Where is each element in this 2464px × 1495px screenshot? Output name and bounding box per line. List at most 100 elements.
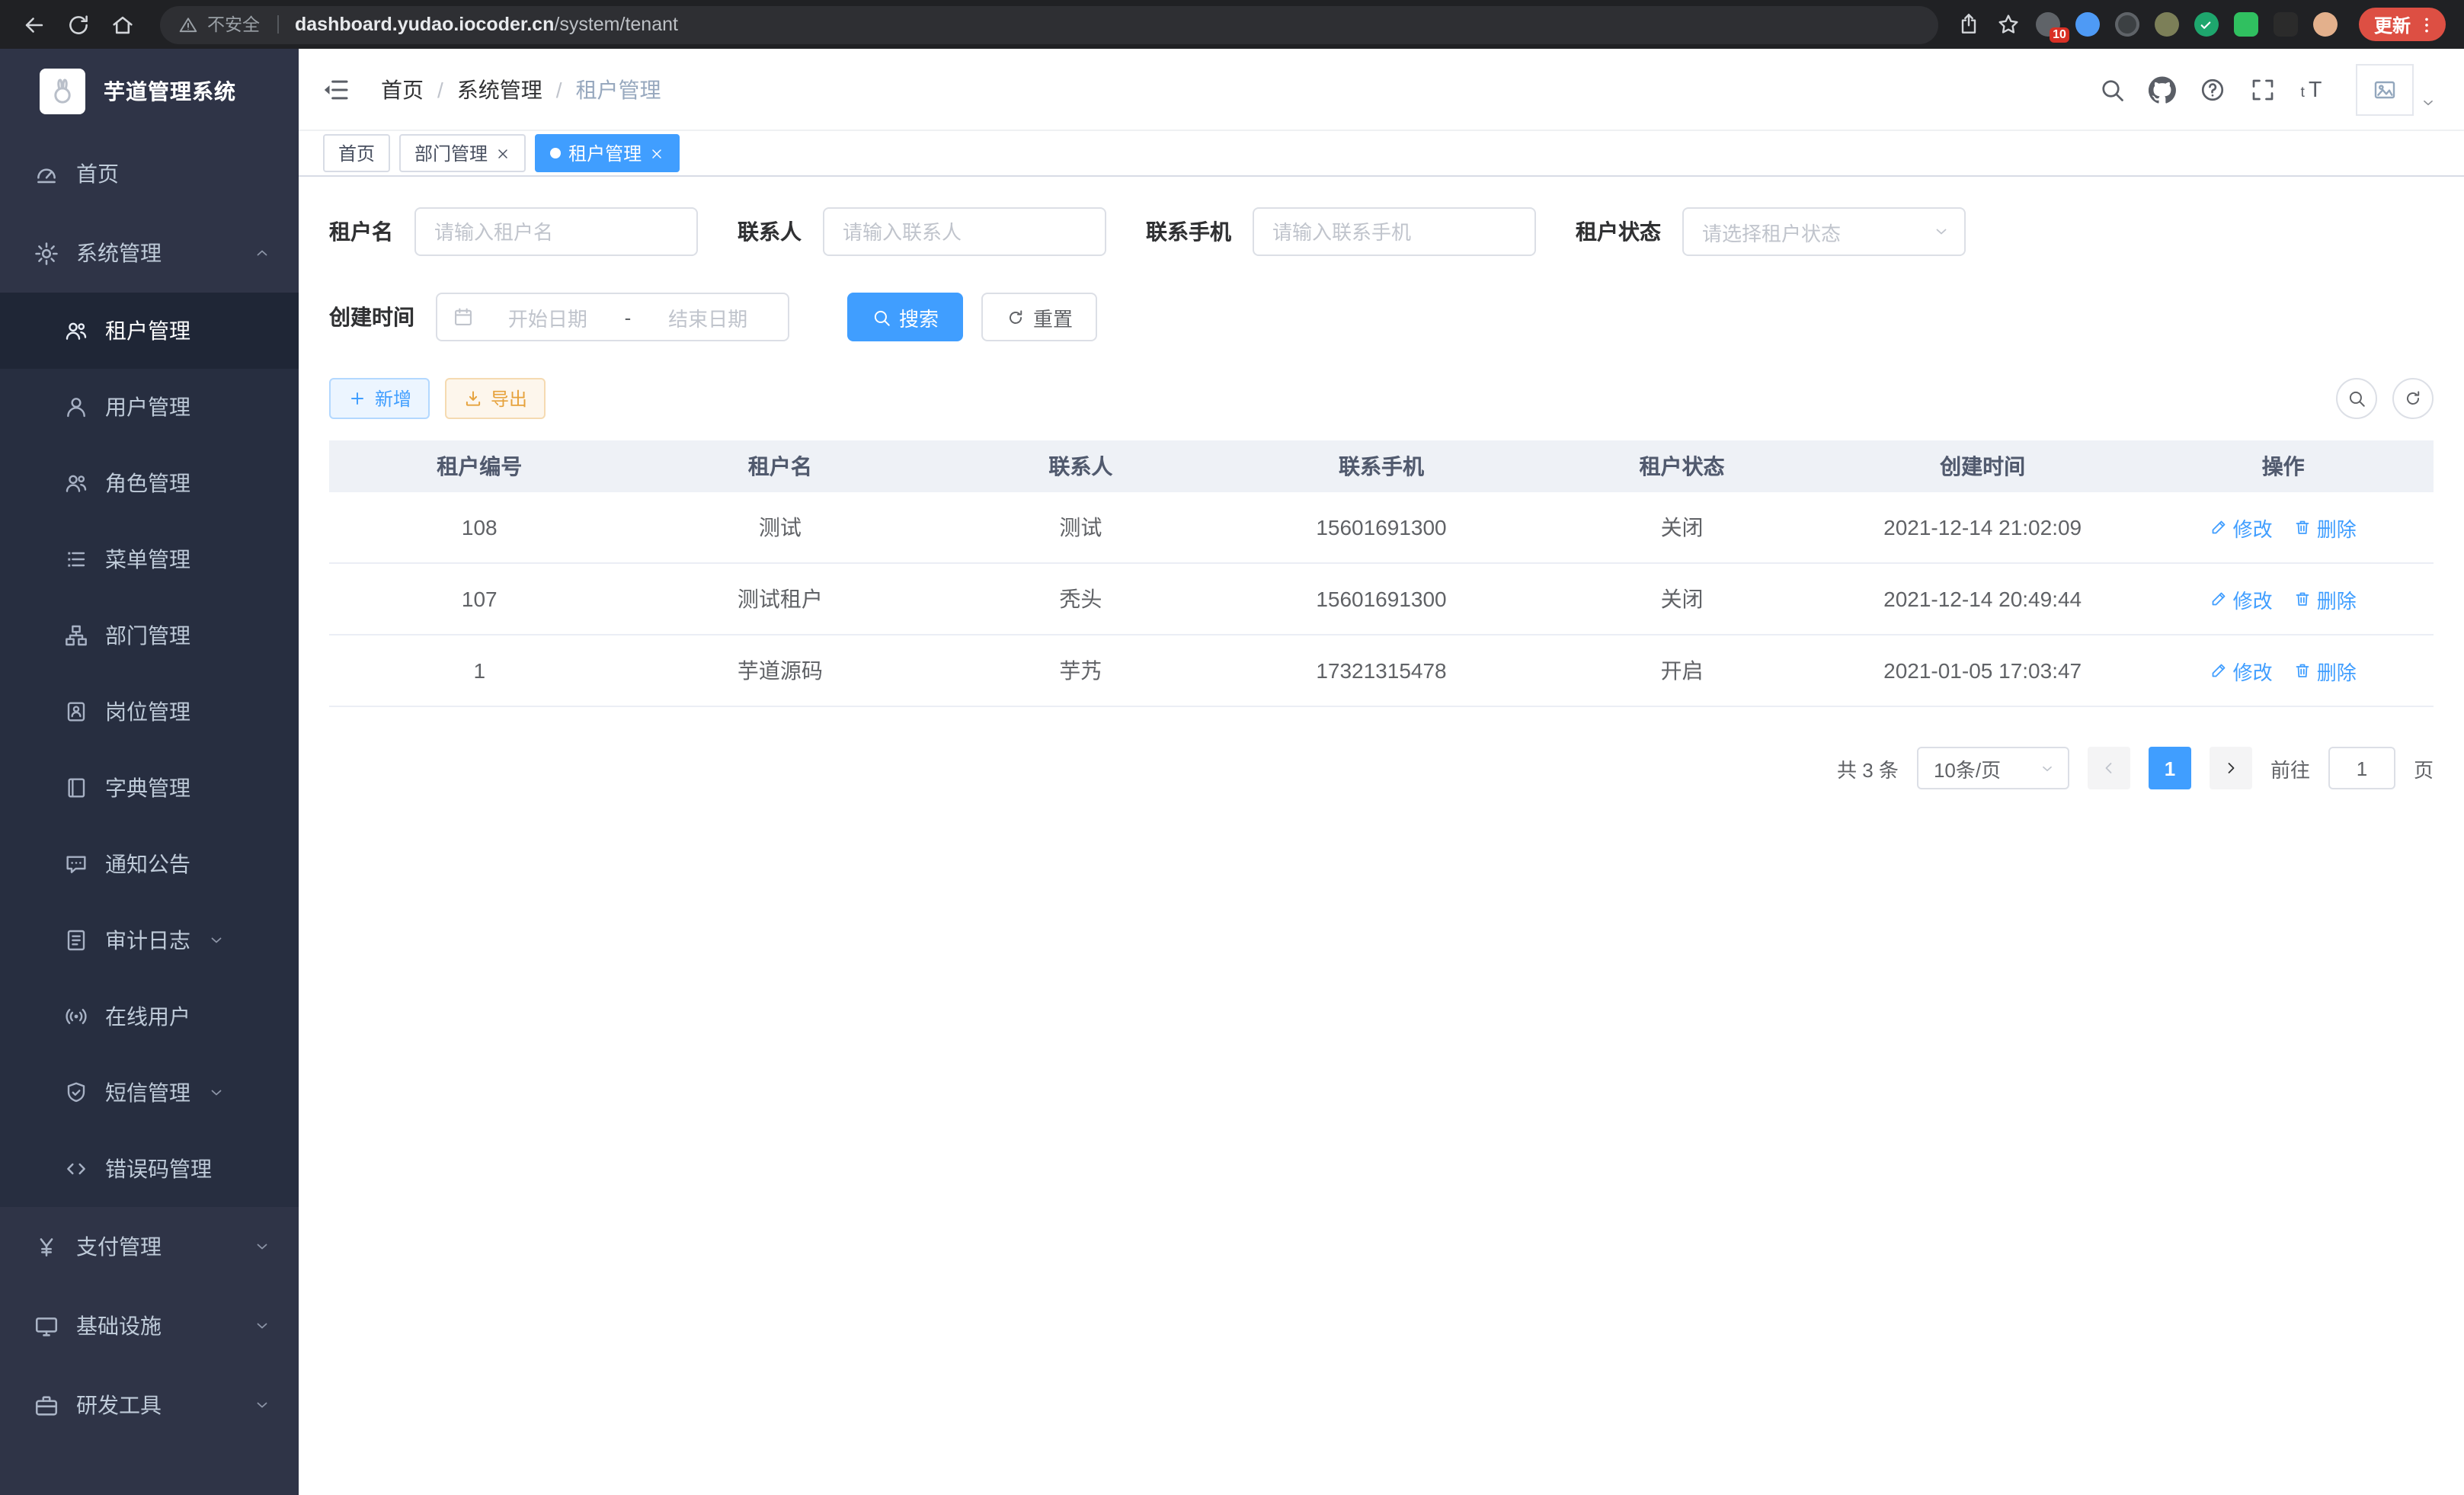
start-date-placeholder[interactable]: 开始日期 — [483, 303, 613, 331]
sidebar-item-online-user[interactable]: 在线用户 — [0, 978, 299, 1055]
browser-back-icon[interactable] — [21, 11, 47, 37]
sidebar-item-role[interactable]: 角色管理 — [0, 445, 299, 521]
extension-icon-5[interactable] — [2194, 12, 2219, 37]
bookmark-star-icon[interactable] — [1996, 12, 2021, 37]
sidebar-item-system[interactable]: 系统管理 — [0, 213, 299, 293]
tab-home[interactable]: 首页 — [323, 134, 390, 172]
extension-icon-1[interactable]: 10 — [2036, 12, 2060, 37]
trash-icon — [2294, 518, 2312, 536]
help-icon[interactable] — [2199, 75, 2226, 103]
not-secure-warning-icon[interactable] — [178, 14, 198, 34]
sidebar-item-notice[interactable]: 通知公告 — [0, 826, 299, 902]
page-size-select[interactable]: 10条/页 — [1917, 747, 2069, 789]
breadcrumb-system[interactable]: 系统管理 — [457, 74, 542, 104]
sidebar-item-post[interactable]: 岗位管理 — [0, 674, 299, 750]
cell-status: 开启 — [1531, 655, 1832, 686]
cell-created: 2021-01-05 17:03:47 — [1832, 658, 2133, 683]
search-button[interactable]: 搜索 — [847, 293, 963, 341]
sidebar-item-devtools[interactable]: 研发工具 — [0, 1365, 299, 1445]
browser-home-icon[interactable] — [110, 11, 136, 37]
end-date-placeholder[interactable]: 结束日期 — [643, 303, 773, 331]
sidebar-item-label: 错误码管理 — [105, 1154, 212, 1184]
sidebar-item-user[interactable]: 用户管理 — [0, 369, 299, 445]
sidebar-item-label: 在线用户 — [105, 1001, 190, 1032]
profile-avatar-icon[interactable] — [2313, 12, 2338, 37]
tab-tenant[interactable]: 租户管理 — [535, 134, 680, 172]
sidebar-item-sms[interactable]: 短信管理 — [0, 1055, 299, 1131]
edit-link[interactable]: 修改 — [2210, 584, 2273, 613]
reset-button[interactable]: 重置 — [981, 293, 1097, 341]
sidebar-item-label: 审计日志 — [105, 925, 190, 956]
sidebar-item-label: 岗位管理 — [105, 696, 190, 727]
extension-icon-3[interactable] — [2115, 12, 2139, 37]
tenant-name-field: 租户名 — [329, 207, 698, 256]
date-range-picker[interactable]: 开始日期 - 结束日期 — [436, 293, 789, 341]
sidebar-collapse-icon[interactable] — [320, 74, 350, 104]
page-number-button[interactable]: 1 — [2149, 747, 2191, 789]
sidebar-item-payment[interactable]: 支付管理 — [0, 1207, 299, 1286]
chevron-down-icon — [207, 931, 226, 949]
mobile-field: 联系手机 — [1146, 207, 1536, 256]
share-icon[interactable] — [1957, 12, 1981, 37]
trash-icon — [2294, 661, 2312, 680]
refresh-table-button[interactable] — [2392, 378, 2434, 419]
tab-dept[interactable]: 部门管理 — [399, 134, 526, 172]
delete-link[interactable]: 删除 — [2294, 584, 2357, 613]
export-button-label: 导出 — [491, 386, 527, 411]
cell-id: 108 — [329, 515, 630, 539]
table-row: 108 测试 测试 15601691300 关闭 2021-12-14 21:0… — [329, 492, 2434, 564]
active-tab-dot — [550, 148, 561, 158]
gear-icon — [34, 240, 59, 266]
delete-link[interactable]: 删除 — [2294, 656, 2357, 685]
github-icon[interactable] — [2149, 75, 2176, 103]
goto-page-input[interactable] — [2328, 747, 2395, 789]
sidebar-item-dict[interactable]: 字典管理 — [0, 750, 299, 826]
goto-label: 前往 — [2270, 754, 2310, 783]
browser-update-button[interactable]: 更新 — [2359, 8, 2446, 41]
delete-link[interactable]: 删除 — [2294, 513, 2357, 542]
sidebar-item-audit-log[interactable]: 审计日志 — [0, 902, 299, 978]
table-header-row: 租户编号 租户名 联系人 联系手机 租户状态 创建时间 操作 — [329, 440, 2434, 492]
chevron-down-icon — [207, 1084, 226, 1102]
extension-icon-7[interactable] — [2274, 12, 2298, 37]
edit-icon — [2210, 518, 2229, 536]
add-button[interactable]: 新增 — [329, 378, 430, 419]
browser-reload-icon[interactable] — [66, 11, 91, 37]
sidebar-item-infrastructure[interactable]: 基础设施 — [0, 1286, 299, 1365]
tenant-name-input[interactable] — [414, 207, 698, 256]
sidebar-item-error-code[interactable]: 错误码管理 — [0, 1131, 299, 1207]
fullscreen-icon[interactable] — [2249, 75, 2277, 103]
address-bar[interactable]: 不安全 dashboard.yudao.iocoder.cn/system/te… — [160, 5, 1938, 43]
edit-link[interactable]: 修改 — [2210, 656, 2273, 685]
contact-input[interactable] — [823, 207, 1106, 256]
users-icon — [64, 319, 88, 343]
caret-down-icon — [2420, 94, 2437, 110]
extension-icon-6[interactable] — [2234, 12, 2258, 37]
edit-link[interactable]: 修改 — [2210, 513, 2273, 542]
table-toolbar: 新增 导出 — [329, 378, 2434, 419]
cell-contact: 测试 — [930, 512, 1231, 543]
font-size-icon[interactable] — [2299, 75, 2327, 103]
extension-icon-4[interactable] — [2155, 12, 2179, 37]
search-icon[interactable] — [2098, 75, 2126, 103]
browser-menu-icon[interactable] — [2417, 14, 2437, 34]
sidebar-item-menu[interactable]: 菜单管理 — [0, 521, 299, 597]
cell-mobile: 15601691300 — [1231, 515, 1532, 539]
add-button-label: 新增 — [375, 386, 411, 411]
sidebar-item-tenant[interactable]: 租户管理 — [0, 293, 299, 369]
status-select[interactable]: 请选择租户状态 — [1682, 207, 1966, 256]
export-button[interactable]: 导出 — [445, 378, 546, 419]
extension-icon-2[interactable] — [2075, 12, 2100, 37]
breadcrumb-home[interactable]: 首页 — [381, 74, 424, 104]
sidebar-item-home[interactable]: 首页 — [0, 134, 299, 213]
user-avatar-dropdown[interactable] — [2356, 63, 2437, 115]
mobile-input[interactable] — [1253, 207, 1536, 256]
close-icon[interactable] — [495, 146, 510, 161]
app-logo[interactable]: 芋道管理系统 — [0, 49, 299, 134]
sidebar-item-dept[interactable]: 部门管理 — [0, 597, 299, 674]
next-page-button[interactable] — [2210, 747, 2252, 789]
toggle-search-button[interactable] — [2336, 378, 2377, 419]
prev-page-button[interactable] — [2088, 747, 2130, 789]
close-icon[interactable] — [649, 146, 664, 161]
col-header-contact: 联系人 — [930, 451, 1231, 482]
